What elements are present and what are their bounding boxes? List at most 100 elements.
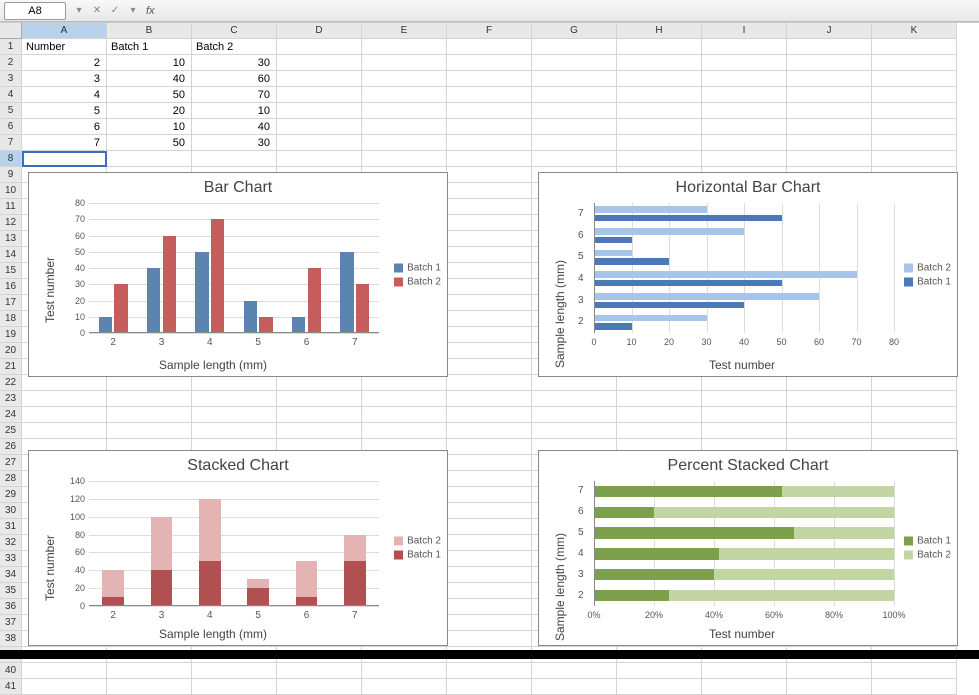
col-header-F[interactable]: F (447, 23, 532, 39)
cell-B4[interactable]: 50 (107, 87, 192, 103)
row-header-24[interactable]: 24 (0, 407, 22, 423)
cell-I6[interactable] (702, 119, 787, 135)
row-header-7[interactable]: 7 (0, 135, 22, 151)
row-header-41[interactable]: 41 (0, 679, 22, 695)
cell-B5[interactable]: 20 (107, 103, 192, 119)
cell-J7[interactable] (787, 135, 872, 151)
cell-F38[interactable] (447, 631, 532, 647)
cell-G25[interactable] (532, 423, 617, 439)
cell-J1[interactable] (787, 39, 872, 55)
row-header-9[interactable]: 9 (0, 167, 22, 183)
cell-G41[interactable] (532, 679, 617, 695)
col-header-H[interactable]: H (617, 23, 702, 39)
cell-F19[interactable] (447, 327, 532, 343)
cell-F36[interactable] (447, 599, 532, 615)
cell-C1[interactable]: Batch 2 (192, 39, 277, 55)
cell-F33[interactable] (447, 551, 532, 567)
cell-D3[interactable] (277, 71, 362, 87)
cell-G3[interactable] (532, 71, 617, 87)
cell-D40[interactable] (277, 663, 362, 679)
row-header-25[interactable]: 25 (0, 423, 22, 439)
cell-F15[interactable] (447, 263, 532, 279)
cell-D7[interactable] (277, 135, 362, 151)
cell-H22[interactable] (617, 375, 702, 391)
cell-A25[interactable] (22, 423, 107, 439)
cell-K23[interactable] (872, 391, 957, 407)
cell-D23[interactable] (277, 391, 362, 407)
cell-H4[interactable] (617, 87, 702, 103)
cell-F41[interactable] (447, 679, 532, 695)
cell-F11[interactable] (447, 199, 532, 215)
cell-A24[interactable] (22, 407, 107, 423)
col-header-C[interactable]: C (192, 23, 277, 39)
cell-H7[interactable] (617, 135, 702, 151)
cell-C3[interactable]: 60 (192, 71, 277, 87)
cell-B3[interactable]: 40 (107, 71, 192, 87)
cell-H3[interactable] (617, 71, 702, 87)
cell-D25[interactable] (277, 423, 362, 439)
cell-F17[interactable] (447, 295, 532, 311)
cell-A5[interactable]: 5 (22, 103, 107, 119)
cell-G5[interactable] (532, 103, 617, 119)
cell-B8[interactable] (107, 151, 192, 167)
cell-I1[interactable] (702, 39, 787, 55)
cell-C24[interactable] (192, 407, 277, 423)
cell-G40[interactable] (532, 663, 617, 679)
cell-H2[interactable] (617, 55, 702, 71)
row-header-19[interactable]: 19 (0, 327, 22, 343)
cell-F7[interactable] (447, 135, 532, 151)
cell-C41[interactable] (192, 679, 277, 695)
cell-D1[interactable] (277, 39, 362, 55)
cell-D22[interactable] (277, 375, 362, 391)
chart-stacked[interactable]: Stacked Chart Test number Sample length … (28, 450, 448, 646)
chart-bar[interactable]: Bar Chart Test number Sample length (mm)… (28, 172, 448, 377)
cell-K7[interactable] (872, 135, 957, 151)
col-header-G[interactable]: G (532, 23, 617, 39)
cell-J40[interactable] (787, 663, 872, 679)
cell-F28[interactable] (447, 471, 532, 487)
cell-H6[interactable] (617, 119, 702, 135)
accept-icon[interactable]: ✓ (107, 3, 123, 19)
chart-percent-stacked[interactable]: Percent Stacked Chart Sample length (mm)… (538, 450, 958, 646)
cell-B7[interactable]: 50 (107, 135, 192, 151)
cell-J41[interactable] (787, 679, 872, 695)
cell-G6[interactable] (532, 119, 617, 135)
cell-K1[interactable] (872, 39, 957, 55)
cell-E24[interactable] (362, 407, 447, 423)
row-header-18[interactable]: 18 (0, 311, 22, 327)
cell-F2[interactable] (447, 55, 532, 71)
row-header-5[interactable]: 5 (0, 103, 22, 119)
cell-K3[interactable] (872, 71, 957, 87)
cell-I5[interactable] (702, 103, 787, 119)
formula-input[interactable] (161, 3, 975, 19)
cell-C5[interactable]: 10 (192, 103, 277, 119)
cell-J6[interactable] (787, 119, 872, 135)
cell-F26[interactable] (447, 439, 532, 455)
cell-H41[interactable] (617, 679, 702, 695)
cell-E2[interactable] (362, 55, 447, 71)
cell-F21[interactable] (447, 359, 532, 375)
cell-D6[interactable] (277, 119, 362, 135)
row-header-8[interactable]: 8 (0, 151, 22, 167)
cell-F10[interactable] (447, 183, 532, 199)
cell-E5[interactable] (362, 103, 447, 119)
cell-F14[interactable] (447, 247, 532, 263)
col-header-B[interactable]: B (107, 23, 192, 39)
cell-C8[interactable] (192, 151, 277, 167)
cell-B23[interactable] (107, 391, 192, 407)
cell-F37[interactable] (447, 615, 532, 631)
row-header-3[interactable]: 3 (0, 71, 22, 87)
cell-D4[interactable] (277, 87, 362, 103)
cell-E23[interactable] (362, 391, 447, 407)
cell-B25[interactable] (107, 423, 192, 439)
row-header-29[interactable]: 29 (0, 487, 22, 503)
cell-D2[interactable] (277, 55, 362, 71)
cell-F31[interactable] (447, 519, 532, 535)
col-header-A[interactable]: A (22, 23, 107, 39)
row-header-23[interactable]: 23 (0, 391, 22, 407)
cell-A3[interactable]: 3 (22, 71, 107, 87)
dropdown-icon[interactable]: ▾ (71, 3, 87, 19)
cell-F20[interactable] (447, 343, 532, 359)
row-header-37[interactable]: 37 (0, 615, 22, 631)
cell-J2[interactable] (787, 55, 872, 71)
